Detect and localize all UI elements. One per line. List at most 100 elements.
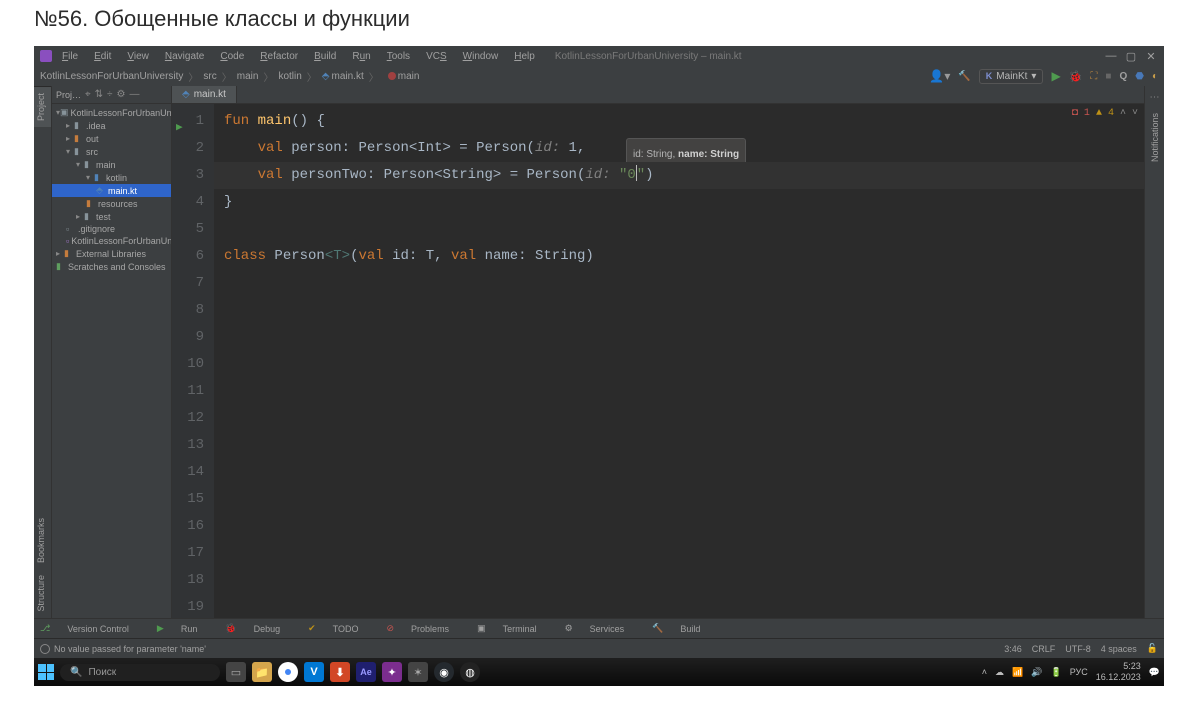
right-gutter-icon[interactable]: ⋯ (1150, 92, 1160, 103)
taskbar-vscode-icon[interactable]: V (304, 662, 324, 682)
tool-debug[interactable]: 🐞Debug (225, 623, 294, 634)
menu-code[interactable]: Code (214, 49, 250, 64)
coverage-icon[interactable]: ⛶ (1090, 71, 1097, 82)
search-icon: 🔍 (70, 667, 82, 678)
minimize-icon[interactable]: — (1104, 49, 1118, 63)
tray-volume-icon[interactable]: 🔊 (1031, 667, 1042, 678)
bottom-tool-bar: ⎇Version Control ▶Run 🐞Debug ✔TODO ⊘Prob… (34, 618, 1164, 638)
windows-taskbar: 🔍Поиск ▭ 📁 V ⬇ Ae ✦ ✶ ◉ ◍ ˄ ☁ 📶 🔊 🔋 РУС (34, 658, 1164, 686)
run-config-select[interactable]: MainKt ▾ (979, 69, 1044, 84)
taskbar-obs-icon[interactable]: ◍ (460, 662, 480, 682)
tree-test[interactable]: ▸▮test (52, 210, 171, 223)
sidebar-target-icon[interactable]: ⌖ (85, 89, 91, 100)
tray-notifications-icon[interactable]: 💬 (1149, 667, 1160, 678)
nav-main[interactable]: main (237, 71, 259, 82)
extra-icon[interactable]: ◐ (1152, 71, 1158, 82)
user-icon[interactable]: 👤▾ (929, 69, 950, 83)
search-icon[interactable]: Q (1119, 71, 1127, 82)
tree-idea[interactable]: ▸▮.idea (52, 119, 171, 132)
tray-chevron-icon[interactable]: ˄ (982, 667, 987, 677)
tray-clock[interactable]: 5:2316.12.2023 (1096, 661, 1141, 683)
menu-navigate[interactable]: Navigate (159, 49, 210, 64)
tool-terminal[interactable]: ▣Terminal (477, 623, 551, 634)
tree-resources[interactable]: ▮resources (52, 197, 171, 210)
menu-file[interactable]: File (56, 49, 84, 64)
run-icon[interactable]: ▶ (1051, 69, 1060, 83)
tray-onedrive-icon[interactable]: ☁ (995, 667, 1004, 678)
debug-icon[interactable]: 🐞 (1069, 70, 1083, 83)
menu-window[interactable]: Window (457, 49, 505, 64)
tool-todo[interactable]: ✔TODO (308, 623, 372, 634)
tool-services[interactable]: ⚙Services (565, 623, 639, 634)
menu-run[interactable]: Run (346, 49, 376, 64)
taskbar-taskview-icon[interactable]: ▭ (226, 662, 246, 682)
taskbar-ae-icon[interactable]: Ae (356, 662, 376, 682)
menu-help[interactable]: Help (508, 49, 541, 64)
taskbar-chrome-icon[interactable] (278, 662, 298, 682)
menu-view[interactable]: View (121, 49, 155, 64)
ide-window: File Edit View Navigate Code Refactor Bu… (34, 46, 1164, 686)
tool-run[interactable]: ▶Run (157, 623, 211, 634)
nav-file[interactable]: main.kt (332, 71, 364, 82)
code-area[interactable]: ◘ 1 ▲ 4 ˄˅ fun main() { val person: Pers… (214, 104, 1144, 618)
left-tool-strip: Project Bookmarks Structure (34, 86, 52, 618)
taskbar-github-icon[interactable]: ◉ (434, 662, 454, 682)
sidebar-header: Proj… ⌖ ⇅ ÷ ⚙ — (52, 86, 171, 104)
status-readonly-icon[interactable]: 🔓 (1147, 643, 1158, 654)
close-icon[interactable]: ✕ (1144, 49, 1158, 63)
taskbar-app2-icon[interactable]: ✶ (408, 662, 428, 682)
tool-bookmarks-tab[interactable]: Bookmarks (34, 512, 51, 569)
tool-problems[interactable]: ⊘Problems (387, 623, 464, 634)
menu-build[interactable]: Build (308, 49, 342, 64)
taskbar-powerpoint-icon[interactable]: ⬇ (330, 662, 350, 682)
tool-notifications-tab[interactable]: Notifications (1150, 109, 1160, 166)
status-position[interactable]: 3:46 (1004, 644, 1022, 654)
menu-vcs[interactable]: VCS (420, 49, 453, 64)
sidebar-gear-icon[interactable]: ⚙ (117, 89, 126, 100)
sidebar-sort-icon[interactable]: ⇅ (95, 89, 103, 100)
tree-external[interactable]: ▸▮External Libraries (52, 247, 171, 260)
tree-root[interactable]: ▾▣KotlinLessonForUrbanUniversity (52, 106, 171, 119)
taskbar-search[interactable]: 🔍Поиск (60, 664, 220, 681)
tool-structure-tab[interactable]: Structure (34, 569, 51, 618)
tree-scratches[interactable]: ▮Scratches and Consoles (52, 260, 171, 273)
windows-start-icon[interactable] (38, 664, 54, 680)
build-icon[interactable]: 🔨 (958, 71, 970, 82)
tray-language[interactable]: РУС (1070, 667, 1088, 677)
tool-project-tab[interactable]: Project (34, 86, 51, 127)
taskbar-explorer-icon[interactable]: 📁 (252, 662, 272, 682)
nav-kotlin[interactable]: kotlin (278, 71, 301, 82)
tree-main-folder[interactable]: ▾▮main (52, 158, 171, 171)
stop-icon[interactable]: ■ (1105, 71, 1111, 82)
status-circle-icon[interactable] (40, 644, 50, 654)
nav-project[interactable]: KotlinLessonForUrbanUniversity (40, 71, 183, 82)
tree-gitignore[interactable]: ▫.gitignore (52, 223, 171, 235)
status-indent[interactable]: 4 spaces (1101, 644, 1137, 654)
app-icon (40, 50, 52, 62)
tray-battery-icon[interactable]: 🔋 (1050, 667, 1061, 678)
sidebar-hide-icon[interactable]: — (130, 89, 140, 100)
tree-mainkt[interactable]: ⬘main.kt (52, 184, 171, 197)
settings-icon[interactable]: ⬣ (1135, 71, 1144, 82)
menu-refactor[interactable]: Refactor (254, 49, 304, 64)
tree-out[interactable]: ▸▮out (52, 132, 171, 145)
status-encoding[interactable]: UTF-8 (1065, 644, 1091, 654)
tray-network-icon[interactable]: 📶 (1012, 667, 1023, 678)
maximize-icon[interactable]: ▢ (1124, 49, 1138, 63)
editor-tabs: ⬘main.kt (172, 86, 1144, 104)
tool-version-control[interactable]: ⎇Version Control (40, 623, 143, 634)
menu-edit[interactable]: Edit (88, 49, 117, 64)
status-separator[interactable]: CRLF (1032, 644, 1056, 654)
editor-tab-mainkt[interactable]: ⬘main.kt (172, 86, 237, 103)
sidebar-divide-icon[interactable]: ÷ (107, 89, 113, 100)
taskbar-app1-icon[interactable]: ✦ (382, 662, 402, 682)
window-title: KotlinLessonForUrbanUniversity – main.kt (555, 51, 742, 62)
status-message: No value passed for parameter 'name' (54, 644, 206, 654)
menu-tools[interactable]: Tools (381, 49, 416, 64)
tool-build[interactable]: 🔨Build (652, 623, 714, 634)
tree-src[interactable]: ▾▮src (52, 145, 171, 158)
nav-func[interactable]: main (398, 71, 420, 82)
tree-kotlin-folder[interactable]: ▾▮kotlin (52, 171, 171, 184)
nav-src[interactable]: src (203, 71, 216, 82)
tree-iml[interactable]: ▫KotlinLessonForUrbanUnive (52, 235, 171, 247)
